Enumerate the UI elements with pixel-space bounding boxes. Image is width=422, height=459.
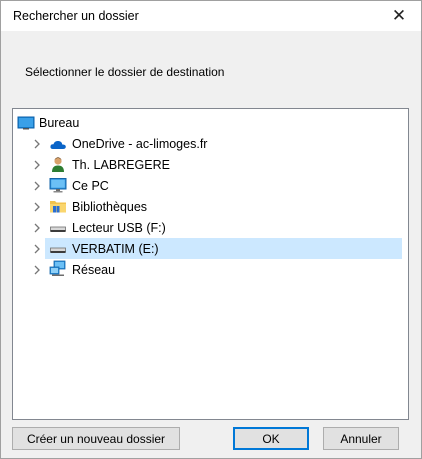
network-icon (49, 260, 67, 276)
title-bar[interactable]: Rechercher un dossier ✕ (1, 1, 421, 31)
ok-button[interactable]: OK (233, 427, 309, 450)
tree-item-label: Bureau (39, 115, 80, 130)
dialog-title: Rechercher un dossier (13, 9, 139, 23)
expand-chevron-icon[interactable] (31, 222, 43, 234)
tree-item-ce-pc[interactable]: Ce PC (14, 175, 407, 196)
expand-chevron-icon[interactable] (31, 180, 43, 192)
tree-item-verbatim[interactable]: VERBATIM (E:) (14, 238, 407, 259)
user-icon (49, 156, 67, 172)
expand-chevron-icon[interactable] (31, 201, 43, 213)
tree-item-reseau[interactable]: Réseau (14, 259, 407, 280)
computer-icon (49, 177, 67, 193)
tree-item-label: Lecteur USB (F:) (72, 220, 166, 235)
libraries-folder-icon (49, 198, 67, 214)
expand-chevron-icon[interactable] (31, 159, 43, 171)
new-folder-button[interactable]: Créer un nouveau dossier (12, 427, 180, 450)
close-icon: ✕ (391, 6, 407, 25)
prompt-text: Sélectionner le dossier de destination (25, 65, 225, 79)
tree-item-label: Réseau (72, 262, 116, 277)
folder-tree[interactable]: Bureau OneDrive - ac-limoges.fr Th. LABR… (12, 108, 409, 420)
folder-browser-dialog: Rechercher un dossier ✕ Sélectionner le … (0, 0, 422, 459)
expand-chevron-icon[interactable] (31, 138, 43, 150)
tree-item-user[interactable]: Th. LABREGERE (14, 154, 407, 175)
drive-icon (49, 240, 67, 256)
expand-chevron-icon[interactable] (31, 243, 43, 255)
cancel-button[interactable]: Annuler (323, 427, 399, 450)
onedrive-cloud-icon (49, 136, 67, 152)
tree-item-onedrive[interactable]: OneDrive - ac-limoges.fr (14, 133, 407, 154)
close-button[interactable]: ✕ (377, 1, 421, 31)
tree-item-label: OneDrive - ac-limoges.fr (72, 136, 208, 151)
tree-item-bureau[interactable]: Bureau (14, 112, 407, 133)
desktop-icon (17, 115, 35, 131)
expand-chevron-icon[interactable] (31, 264, 43, 276)
tree-item-bibliotheques[interactable]: Bibliothèques (14, 196, 407, 217)
drive-icon (49, 219, 67, 235)
tree-item-label: Ce PC (72, 178, 109, 193)
tree-item-label: Bibliothèques (72, 199, 148, 214)
tree-item-label: Th. LABREGERE (72, 157, 170, 172)
tree-item-lecteur-usb[interactable]: Lecteur USB (F:) (14, 217, 407, 238)
tree-item-label: VERBATIM (E:) (72, 241, 159, 256)
